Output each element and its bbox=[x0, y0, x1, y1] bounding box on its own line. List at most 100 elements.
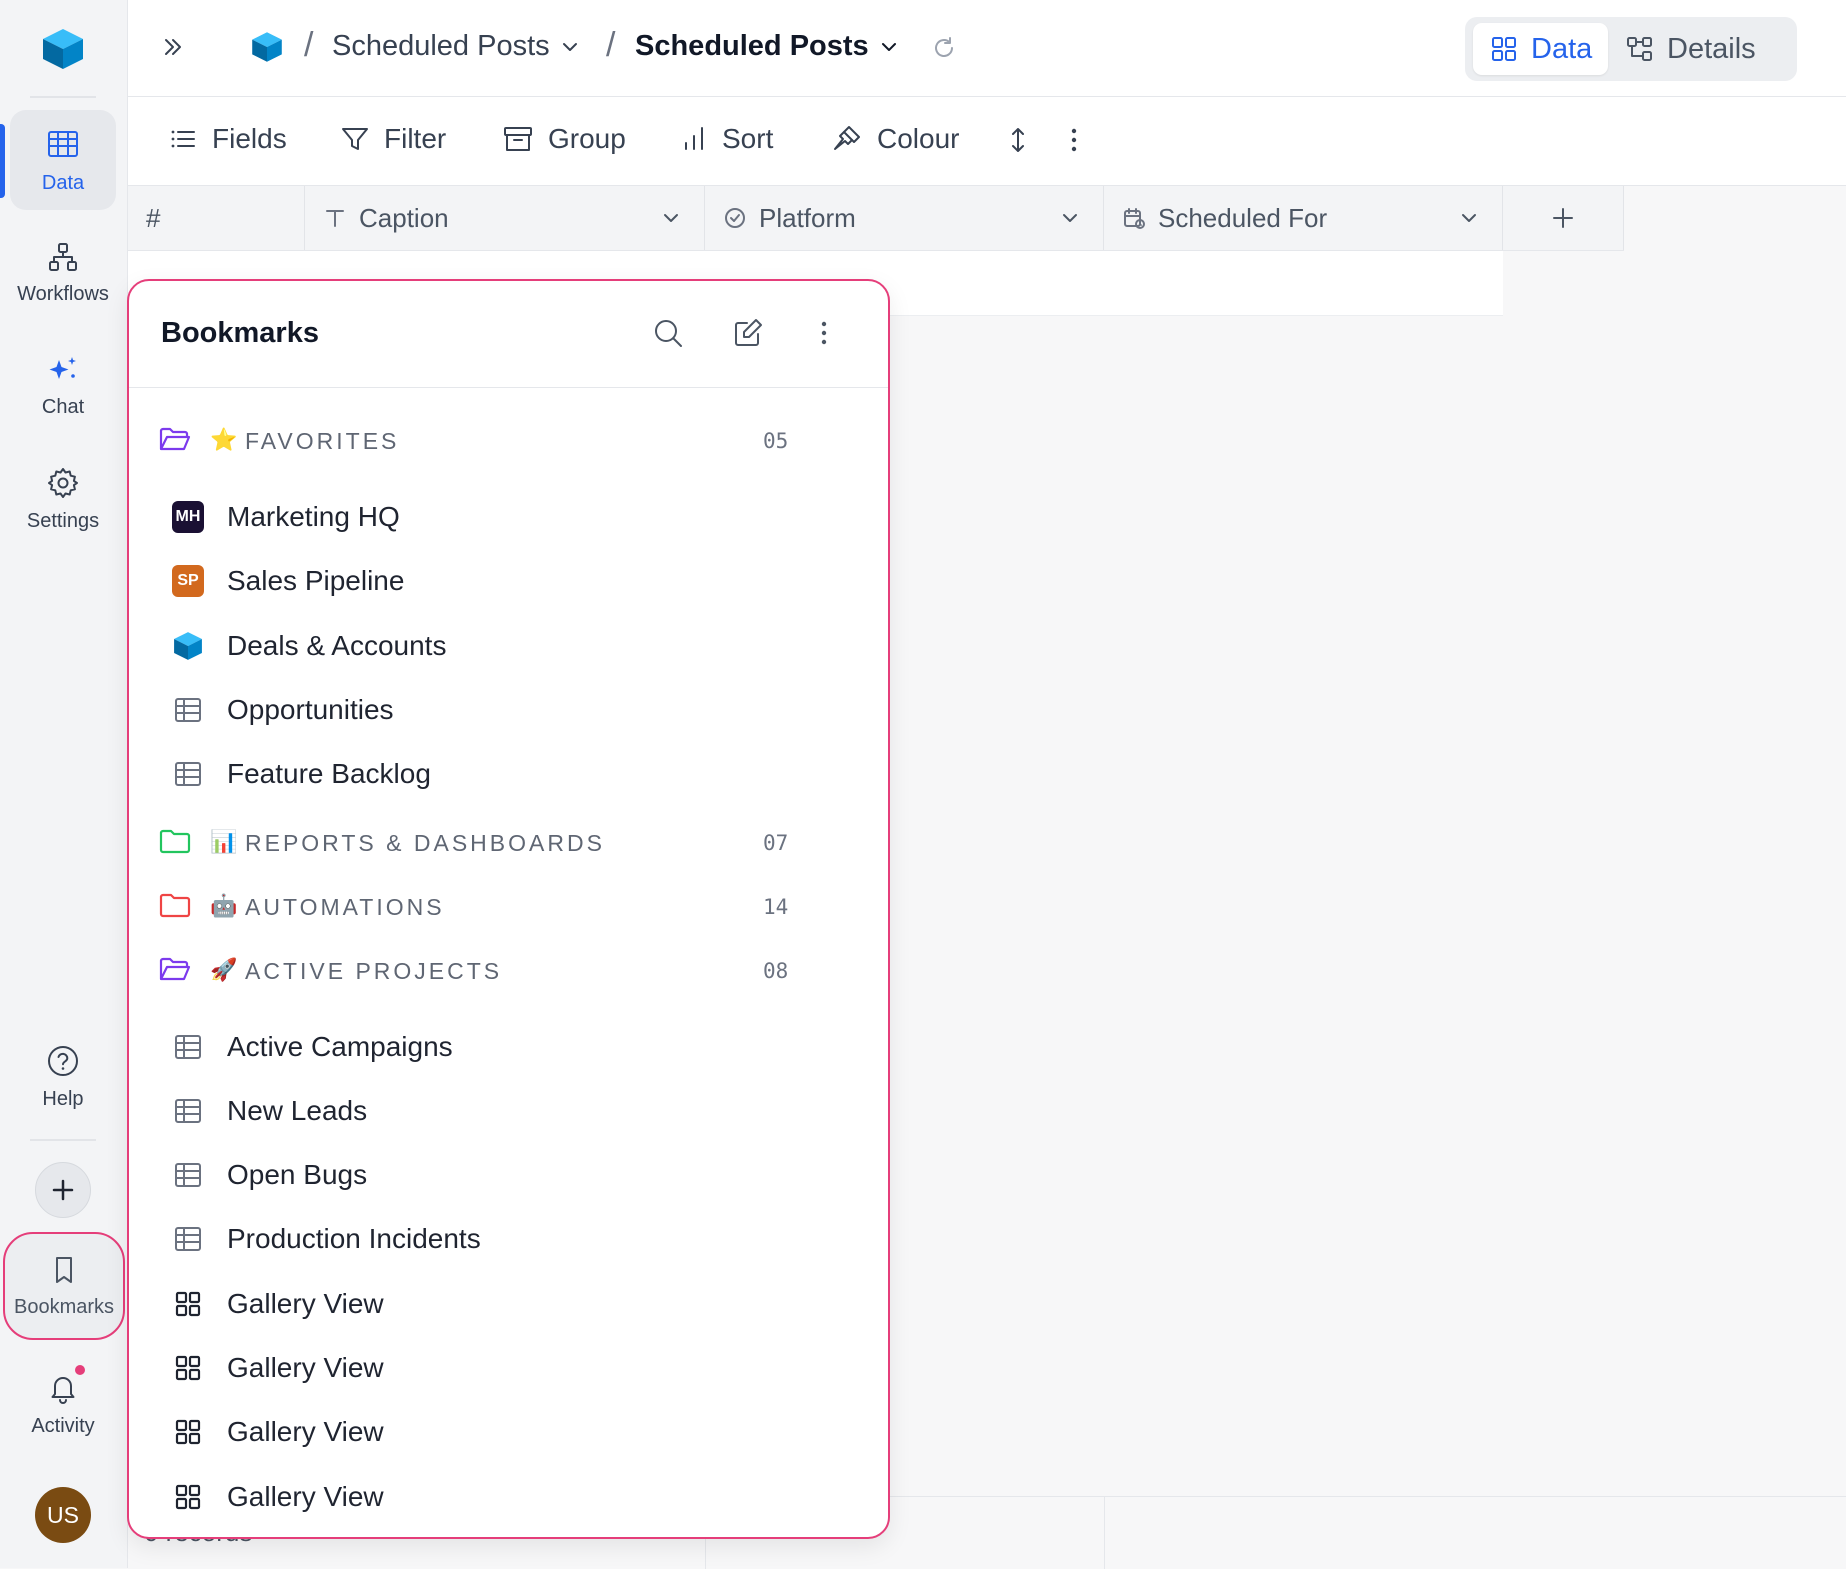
edit-icon[interactable] bbox=[732, 317, 764, 349]
folder-count: 05 bbox=[763, 429, 789, 453]
bookmark-item[interactable]: Production Incidents bbox=[171, 1215, 811, 1263]
app-logo[interactable] bbox=[40, 26, 86, 72]
rail-item-help[interactable]: Help bbox=[10, 1027, 116, 1127]
folder-open-icon bbox=[159, 955, 191, 985]
breadcrumb-table[interactable]: Scheduled Posts bbox=[635, 30, 899, 63]
column-header-scheduled-for[interactable]: Scheduled For bbox=[1104, 186, 1503, 250]
breadcrumb-base[interactable]: Scheduled Posts bbox=[332, 30, 580, 63]
rail-item-settings[interactable]: Settings bbox=[10, 449, 116, 549]
bell-icon bbox=[46, 1364, 85, 1405]
bookmark-label: Feature Backlog bbox=[227, 758, 431, 790]
folder-name: AUTOMATIONS bbox=[245, 893, 445, 920]
rail-item-data[interactable]: Data bbox=[10, 110, 116, 210]
bookmark-item[interactable]: SP Sales Pipeline bbox=[171, 557, 811, 605]
rail-item-workflows[interactable]: Workflows bbox=[10, 223, 116, 323]
group-button[interactable]: Group bbox=[502, 123, 626, 155]
bookmark-item[interactable]: MH Marketing HQ bbox=[171, 493, 811, 541]
colour-button[interactable]: Colour bbox=[831, 123, 959, 155]
folder-count: 14 bbox=[763, 894, 789, 919]
rail-item-chat[interactable]: Chat bbox=[10, 336, 116, 436]
initials-badge-text: SP bbox=[172, 565, 204, 598]
bookmark-label: Gallery View bbox=[227, 1352, 384, 1383]
table-icon bbox=[171, 693, 205, 727]
hierarchy-icon bbox=[1625, 34, 1655, 64]
bookmark-folder[interactable]: 🚀 ACTIVE PROJECTS 08 bbox=[159, 951, 839, 991]
column-label: # bbox=[146, 202, 161, 233]
folder-emoji: ⭐ bbox=[210, 427, 238, 452]
expand-sidebar-icon[interactable] bbox=[160, 34, 186, 60]
rail-label: Chat bbox=[41, 395, 85, 418]
fields-button[interactable]: Fields bbox=[168, 123, 287, 155]
bookmark-item[interactable]: Gallery View bbox=[171, 1408, 811, 1456]
bookmark-folder[interactable]: 📊 REPORTS & DASHBOARDS 07 bbox=[159, 823, 839, 863]
rail-label: Settings bbox=[26, 509, 100, 532]
chevron-down-icon[interactable] bbox=[1059, 207, 1081, 229]
bookmarks-title: Bookmarks bbox=[161, 317, 319, 349]
bookmark-label: Marketing HQ bbox=[227, 501, 400, 532]
view-toolbar: Fields Filter Group Sort Colour bbox=[128, 97, 1846, 186]
chevron-down-icon bbox=[879, 37, 899, 57]
rail-item-bookmarks[interactable]: Bookmarks bbox=[3, 1232, 125, 1340]
column-header-caption[interactable]: Caption bbox=[305, 186, 705, 250]
column-label: Platform bbox=[759, 202, 856, 233]
sort-button[interactable]: Sort bbox=[680, 123, 773, 155]
initials-badge-icon: MH bbox=[171, 500, 205, 534]
refresh-icon[interactable] bbox=[930, 34, 958, 62]
left-rail: Data Workflows Chat Settings Help Bookma… bbox=[0, 0, 128, 1568]
bookmark-item[interactable]: Active Campaigns bbox=[171, 1023, 811, 1071]
avatar-initials: US bbox=[47, 1501, 79, 1528]
top-bar: / Scheduled Posts / Scheduled Posts Data… bbox=[128, 0, 1846, 97]
gallery-grid-icon bbox=[171, 1287, 205, 1321]
add-button[interactable] bbox=[35, 1162, 91, 1218]
chevron-down-icon bbox=[560, 37, 580, 57]
table-header: # Caption Platform Scheduled For bbox=[128, 186, 1624, 251]
filter-button[interactable]: Filter bbox=[340, 123, 446, 155]
add-column-button[interactable] bbox=[1503, 186, 1624, 250]
chevron-down-icon[interactable] bbox=[1458, 207, 1480, 229]
bookmark-label: Active Campaigns bbox=[227, 1030, 453, 1062]
table-icon bbox=[171, 1222, 205, 1256]
toggle-label: Data bbox=[1531, 32, 1593, 65]
toolbar-label: Colour bbox=[877, 123, 960, 154]
bookmark-item[interactable]: Gallery View bbox=[171, 1280, 811, 1328]
toggle-data[interactable]: Data bbox=[1473, 23, 1609, 75]
search-icon[interactable] bbox=[652, 317, 684, 349]
folder-emoji: 📊 bbox=[210, 828, 238, 854]
rail-item-activity[interactable]: Activity bbox=[10, 1354, 116, 1454]
bookmark-label: Opportunities bbox=[227, 693, 394, 725]
bookmark-label: Gallery View bbox=[227, 1480, 384, 1512]
rail-label: Help bbox=[42, 1087, 84, 1110]
toolbar-label: Sort bbox=[722, 123, 774, 154]
table-icon bbox=[171, 1094, 205, 1128]
gallery-grid-icon bbox=[171, 1415, 205, 1449]
breadcrumb-label: Scheduled Posts bbox=[332, 30, 550, 62]
bookmark-folder[interactable]: 🤖 AUTOMATIONS 14 bbox=[159, 887, 839, 927]
bookmark-item[interactable]: New Leads bbox=[171, 1087, 811, 1135]
chevron-down-icon[interactable] bbox=[660, 207, 682, 229]
bookmark-item[interactable]: Open Bugs bbox=[171, 1151, 811, 1199]
plus-icon bbox=[50, 1177, 76, 1203]
workflow-nodes-icon bbox=[47, 241, 79, 273]
bookmark-folder[interactable]: ⭐ FAVORITES 05 bbox=[159, 421, 839, 461]
base-logo-icon[interactable] bbox=[250, 30, 284, 64]
folder-count: 08 bbox=[763, 958, 789, 983]
more-vertical-icon[interactable] bbox=[814, 317, 834, 349]
bookmark-item[interactable]: Deals & Accounts bbox=[171, 622, 811, 670]
folder-icon bbox=[159, 891, 191, 921]
bookmark-item[interactable]: Feature Backlog bbox=[171, 750, 811, 798]
folder-name: FAVORITES bbox=[245, 428, 400, 454]
check-circle-icon bbox=[723, 206, 747, 230]
table-icon bbox=[171, 757, 205, 791]
bookmark-item[interactable]: Opportunities bbox=[171, 686, 811, 734]
toggle-details[interactable]: Details bbox=[1609, 23, 1772, 75]
avatar[interactable]: US bbox=[35, 1487, 91, 1543]
table-icon bbox=[171, 1030, 205, 1064]
bookmarks-panel: Bookmarks ⭐ FAVORITES 05 MH Marketing HQ SP Sa… bbox=[127, 279, 890, 1539]
bookmark-item[interactable]: Gallery View bbox=[171, 1344, 811, 1392]
row-height-icon[interactable] bbox=[1006, 125, 1030, 155]
bookmark-item[interactable]: Gallery View bbox=[171, 1473, 811, 1521]
column-header-number[interactable]: # bbox=[128, 186, 305, 250]
more-vertical-icon[interactable] bbox=[1062, 125, 1086, 155]
column-header-platform[interactable]: Platform bbox=[705, 186, 1104, 250]
toolbar-label: Group bbox=[548, 123, 626, 154]
